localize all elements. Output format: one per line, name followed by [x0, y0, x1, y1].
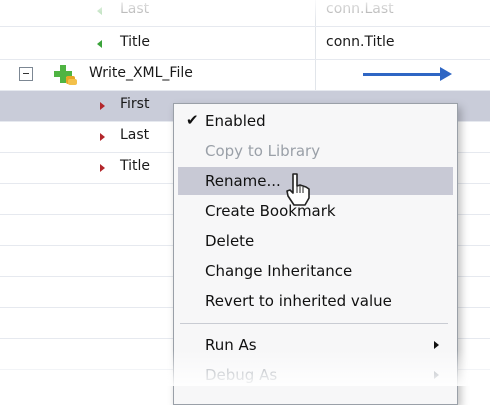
menu-item-change-inheritance[interactable]: Change Inheritance — [178, 257, 453, 285]
menu-item-label: Create Bookmark — [205, 202, 336, 220]
menu-item-label: Revert to inherited value — [205, 292, 392, 310]
menu-item-label: Debug As — [205, 366, 278, 384]
menu-item-label: Enabled — [205, 112, 266, 130]
tree-row-last-top[interactable]: Last conn.Last — [0, 0, 490, 27]
plus-puzzle-icon — [54, 65, 77, 85]
input-marker-icon — [100, 133, 105, 141]
menu-separator — [180, 323, 448, 324]
context-menu: ✔ Enabled Copy to Library Rename... Crea… — [173, 103, 458, 405]
menu-item-label: Rename... — [205, 172, 281, 190]
chevron-right-icon — [434, 371, 439, 379]
menu-item-enabled[interactable]: ✔ Enabled — [178, 107, 453, 135]
menu-item-delete[interactable]: Delete — [178, 227, 453, 255]
pointer-cursor-icon — [286, 173, 310, 206]
menu-item-label: Run As — [205, 336, 257, 354]
tree-row-label: First — [120, 96, 150, 112]
checkmark-icon: ✔ — [186, 111, 199, 129]
arrow-right-icon — [363, 73, 441, 76]
minus-expander-icon[interactable] — [19, 67, 33, 81]
menu-item-revert-to-inherited-value[interactable]: Revert to inherited value — [178, 287, 453, 315]
chevron-right-icon — [434, 341, 439, 349]
input-marker-icon — [100, 102, 105, 110]
input-marker-icon — [100, 164, 105, 172]
tree-row-value: conn.Title — [326, 34, 395, 50]
arrow-right-head — [440, 67, 452, 81]
tree-row-value: conn.Last — [326, 1, 394, 17]
tree-row-label: Title — [120, 34, 151, 50]
menu-item-debug-as[interactable]: Debug As — [178, 361, 453, 389]
tree-row-title[interactable]: Title conn.Title — [0, 29, 490, 60]
menu-item-rename[interactable]: Rename... — [178, 167, 453, 195]
menu-item-label: Delete — [205, 232, 255, 250]
output-marker-icon — [97, 40, 102, 48]
tree-row-write-xml-file[interactable]: Write_XML_File — [0, 60, 490, 91]
tree-row-label: Title — [120, 158, 151, 174]
tree-row-label: Last — [120, 127, 150, 143]
menu-item-copy-to-library[interactable]: Copy to Library — [178, 137, 453, 165]
output-marker-icon — [97, 7, 102, 15]
menu-item-label: Change Inheritance — [205, 262, 353, 280]
menu-item-create-bookmark[interactable]: Create Bookmark — [178, 197, 453, 225]
menu-item-run-as[interactable]: Run As — [178, 331, 453, 359]
tree-row-label: Last — [120, 1, 150, 17]
menu-item-label: Copy to Library — [205, 142, 321, 160]
tree-row-label: Write_XML_File — [89, 65, 193, 81]
